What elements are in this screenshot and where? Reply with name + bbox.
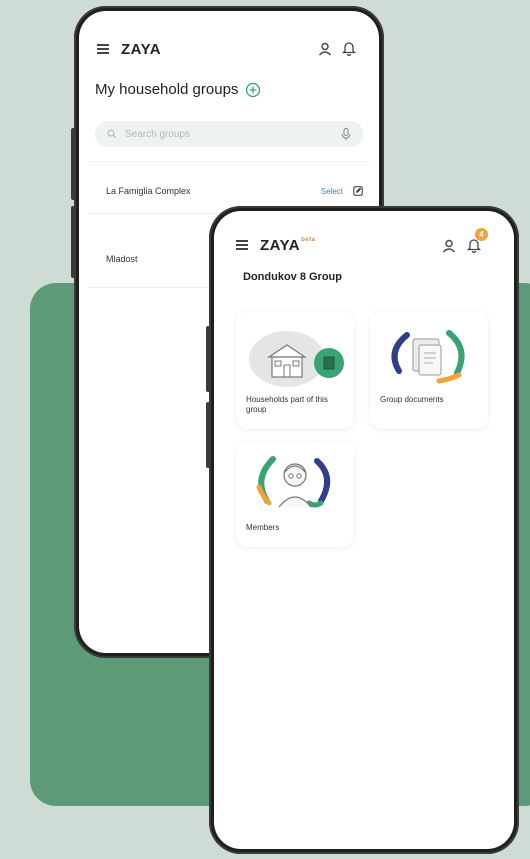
group-name: Mladost: [106, 254, 138, 264]
page-title: My household groups: [95, 81, 261, 98]
card-label: Group documents: [380, 395, 444, 404]
group-title: Dondukov 8 Group: [243, 271, 342, 283]
side-button: [71, 206, 75, 278]
beta-tag: beta: [301, 236, 316, 243]
members-illustration-icon: [256, 456, 330, 508]
notification-badge: 4: [475, 228, 488, 241]
select-button[interactable]: Select: [321, 187, 343, 196]
side-button: [71, 128, 75, 200]
edit-icon[interactable]: [353, 186, 363, 196]
group-detail-screen: ZAYAbeta 4 Dondukov 8 Group Households p…: [214, 211, 514, 849]
documents-illustration-icon: [391, 330, 465, 384]
menu-icon[interactable]: [236, 240, 250, 250]
bell-icon[interactable]: [341, 40, 357, 56]
profile-icon[interactable]: [441, 238, 457, 254]
group-documents-card[interactable]: Group documents: [370, 311, 488, 429]
app-bar: ZAYA: [79, 37, 379, 61]
add-circle-icon[interactable]: [245, 82, 261, 98]
group-name: La Famiglia Complex: [106, 186, 191, 196]
brand-logo: ZAYAbeta: [260, 237, 315, 254]
phone-mockup-front: ZAYAbeta 4 Dondukov 8 Group Households p…: [206, 206, 519, 854]
members-card[interactable]: Members: [236, 441, 354, 547]
profile-icon[interactable]: [317, 41, 333, 57]
card-label: Households part of this group: [246, 395, 328, 414]
menu-icon[interactable]: [97, 44, 111, 54]
house-illustration-icon: [249, 331, 344, 387]
app-bar: ZAYAbeta 4: [214, 228, 514, 257]
side-button: [206, 326, 210, 392]
mic-icon[interactable]: [341, 128, 351, 140]
search-icon: [107, 129, 117, 139]
card-label: Members: [246, 523, 280, 532]
divider: [89, 161, 369, 162]
list-item[interactable]: La Famiglia Complex Select: [79, 183, 379, 199]
brand-logo: ZAYA: [121, 40, 162, 58]
search-input[interactable]: Search groups: [95, 121, 363, 147]
brand-name: ZAYA: [260, 236, 301, 254]
search-placeholder: Search groups: [125, 128, 191, 140]
page-title-text: My household groups: [95, 81, 239, 98]
side-button: [206, 402, 210, 468]
households-card[interactable]: Households part of this group: [236, 311, 354, 429]
